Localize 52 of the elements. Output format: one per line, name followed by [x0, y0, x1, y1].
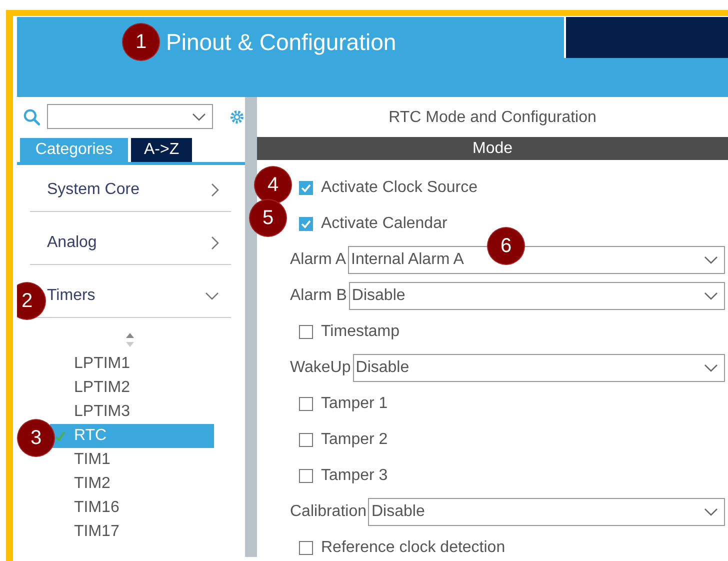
- chevron-down-icon: [192, 112, 206, 120]
- peripheral-item[interactable]: LPTIM2: [50, 376, 214, 400]
- callout-badge: 4: [255, 167, 291, 203]
- field-label: Calibration: [290, 503, 366, 521]
- checkbox-label: Tamper 2: [321, 431, 388, 449]
- checkbox-label: Tamper 3: [321, 467, 388, 485]
- callout-badge: 6: [488, 228, 524, 264]
- checkbox[interactable]: [299, 181, 313, 195]
- category-item[interactable]: Timers: [47, 265, 231, 317]
- chevron-right-icon: [211, 183, 219, 197]
- checkbox-label: Timestamp: [321, 323, 400, 341]
- chevron-down-icon: [704, 292, 718, 300]
- chevron-down-icon: [704, 364, 718, 372]
- search-field[interactable]: [47, 104, 213, 129]
- panel-title: RTC Mode and Configuration: [388, 108, 598, 128]
- checkbox[interactable]: [299, 397, 313, 411]
- splitter[interactable]: [245, 97, 257, 557]
- chevron-down-icon: [704, 508, 718, 516]
- chevron-down-icon: [205, 292, 219, 300]
- checkbox[interactable]: [299, 217, 313, 231]
- callout-badge: 2: [17, 283, 45, 319]
- peripheral-item[interactable]: TIM17: [50, 520, 214, 544]
- peripheral-item[interactable]: TIM16: [50, 496, 214, 520]
- callout-badge: 1: [123, 24, 159, 60]
- field-label: Alarm A: [290, 251, 346, 269]
- dropdown[interactable]: Disable: [352, 354, 725, 382]
- sort-icon[interactable]: [125, 332, 135, 348]
- checkbox[interactable]: [299, 469, 313, 483]
- checkbox-label: Reference clock detection: [321, 539, 506, 557]
- field-label: Alarm B: [290, 287, 347, 305]
- dropdown[interactable]: Disable: [348, 282, 725, 310]
- checkbox-label: Tamper 1: [321, 395, 388, 413]
- checkbox-label: Activate Clock Source: [321, 179, 478, 197]
- category-item[interactable]: Analog: [47, 212, 231, 264]
- category-item[interactable]: System Core: [47, 165, 231, 211]
- section-header: Mode: [257, 137, 728, 160]
- dropdown[interactable]: Disable: [368, 498, 725, 526]
- checkbox-label: Activate Calendar: [321, 215, 448, 233]
- tab[interactable]: A->Z: [131, 138, 192, 162]
- field-label: WakeUp: [290, 359, 351, 377]
- chevron-down-icon: [704, 256, 718, 264]
- callout-badge: 5: [250, 200, 286, 236]
- checkbox[interactable]: [299, 541, 313, 555]
- callout-badge: 3: [18, 420, 54, 456]
- peripheral-item[interactable]: TIM2: [50, 472, 214, 496]
- checkbox[interactable]: [299, 433, 313, 447]
- checkbox[interactable]: [299, 325, 313, 339]
- gear-icon[interactable]: [229, 108, 245, 124]
- page-title: Pinout & Configuration: [166, 29, 396, 55]
- chevron-right-icon: [211, 236, 219, 250]
- peripheral-item[interactable]: LPTIM1: [50, 352, 214, 376]
- search-icon[interactable]: [23, 108, 40, 126]
